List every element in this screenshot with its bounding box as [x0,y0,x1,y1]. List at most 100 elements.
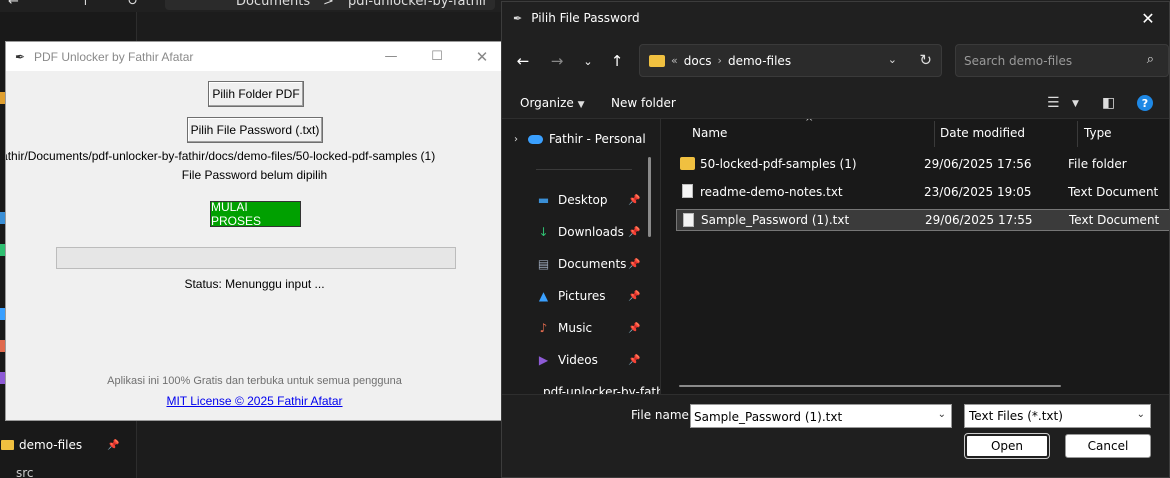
videos-icon: ▶ [538,353,549,367]
horizontal-scrollbar[interactable] [679,385,1061,387]
file-name-combobox[interactable]: ⌄ [690,404,952,428]
chevron-right-icon: › [717,54,722,67]
table-row[interactable]: Sample_Password (1).txt 29/06/2025 17:55 T… [676,209,1169,231]
footer-note: Aplikasi ini 100% Gratis dan terbuka unt… [107,375,402,387]
view-options-icon[interactable]: ☰ [1047,95,1060,111]
organize-menu[interactable]: Organize ▼ [520,96,585,110]
nav-onedrive[interactable]: › Fathir - Personal [502,129,660,149]
new-folder-button[interactable]: New folder [611,96,676,110]
dialog-title-bar[interactable]: ✒ Pilih File Password [502,2,1169,34]
nav-item-pdf-unlocker-by-fathir[interactable]: pdf-unlocker-by-fathir [502,381,660,394]
chevron-down-icon[interactable]: ⌄ [1137,409,1145,420]
nav-label: Pictures [558,289,606,303]
maximize-icon[interactable]: ☐ [414,42,460,71]
start-process-button[interactable]: MULAI PROSES [210,200,301,228]
pin-icon[interactable]: 📌 [628,259,640,270]
nav-item-downloads[interactable]: ↓ Downloads 📌 [502,221,660,243]
license-link[interactable]: MIT License © 2025 Fathir Afatar [6,394,501,408]
column-type[interactable]: Type [1084,126,1112,140]
file-name: 50-locked-pdf-samples (1) [700,157,857,171]
chevron-down-icon: ▼ [577,100,585,110]
music-icon: ♪ [539,321,548,335]
file-name-input[interactable] [694,409,929,424]
pin-icon[interactable]: 📌 [628,323,640,334]
nav-item-desktop[interactable]: ▬ Desktop 📌 [502,189,660,211]
pin-icon[interactable]: 📌 [628,291,640,302]
nav-label: Music [558,321,593,335]
preview-pane-icon[interactable]: ◧ [1102,95,1115,111]
dialog-nav-pane: › Fathir - Personal ▬ Desktop 📌 ↓ Downloads 📌… [502,119,660,394]
overflow-chevron-icon[interactable]: « [671,54,678,67]
folder-icon [1,440,14,450]
nav-item-videos[interactable]: ▶ Videos 📌 [502,349,660,371]
file-date: 29/06/2025 17:55 [925,213,1033,227]
dialog-bottom-bar: File name: ⌄ Text Files (*.txt) ⌄ Open C… [502,394,1169,477]
pin-icon[interactable]: 📌 [628,195,640,206]
nav-label: Fathir - Personal [549,132,646,146]
minimize-icon[interactable]: — [368,42,414,71]
app-title-bar[interactable]: ✒ PDF Unlocker by Fathir Afatar — ☐ ✕ [6,42,501,71]
chevron-down-icon[interactable]: ⌄ [888,53,897,66]
forward-arrow-icon[interactable]: → [546,50,568,72]
file-type-select[interactable]: Text Files (*.txt) ⌄ [964,404,1151,428]
documents-icon: ▤ [537,257,550,271]
nav-item-documents[interactable]: ▤ Documents 📌 [502,253,660,275]
column-date-modified[interactable]: Date modified [940,126,1025,140]
dialog-close-icon[interactable]: ✕ [1133,6,1163,30]
refresh-icon[interactable]: ↻ [919,51,932,69]
address-bar[interactable]: « docs › demo-files ⌄ ↻ [639,44,942,77]
back-arrow-icon[interactable]: ← [512,50,534,72]
file-type: File folder [1068,157,1127,171]
choose-folder-button[interactable]: Pilih Folder PDF [208,81,304,107]
feather-icon: ✒ [513,11,523,25]
up-icon[interactable]: ↑ [80,0,91,10]
search-box[interactable]: ⌕ [955,44,1169,77]
nav-item-music[interactable]: ♪ Music 📌 [502,317,660,339]
background-nav-demo-files[interactable]: demo-files 📌 [1,436,131,454]
search-input[interactable] [964,53,1134,69]
back-icon[interactable]: ← [8,0,19,10]
onedrive-icon [528,134,543,144]
background-nav-src[interactable]: src [16,466,34,478]
nav-item-pictures[interactable]: ▲ Pictures 📌 [502,285,660,307]
file-date: 23/06/2025 19:05 [924,185,1032,199]
table-row[interactable]: 50-locked-pdf-samples (1) 29/06/2025 17:5… [676,153,1169,175]
feather-icon: ✒ [15,49,26,64]
refresh-icon[interactable]: ↻ [127,0,138,10]
pin-icon: 📌 [107,439,120,451]
choose-password-file-button[interactable]: Pilih File Password (.txt) [187,117,323,143]
pin-icon[interactable]: 📌 [628,355,640,366]
pdf-unlocker-window: ✒ PDF Unlocker by Fathir Afatar — ☐ ✕ Pi… [5,41,502,421]
view-dropdown-icon[interactable]: ▼ [1072,99,1079,109]
column-separator[interactable] [1077,121,1078,147]
nav-label: Videos [558,353,598,367]
chevron-right-icon[interactable]: › [514,134,518,145]
pin-icon[interactable]: 📌 [628,227,640,238]
close-icon[interactable]: ✕ [459,42,501,71]
column-name[interactable]: Name [692,126,727,140]
help-icon[interactable]: ? [1137,95,1153,111]
chevron-down-icon[interactable]: ⌄ [938,409,946,420]
file-name: Sample_Password (1).txt [701,213,850,227]
nav-divider [536,169,632,170]
address-docs[interactable]: docs [684,54,712,68]
status-label: Status: Menunggu input ... [184,277,325,291]
column-separator[interactable] [934,121,935,147]
sort-up-icon: ^ [805,119,814,128]
recent-dropdown-icon[interactable]: ⌄ [577,50,599,72]
pictures-icon: ▲ [538,289,549,303]
nav-scrollbar[interactable] [648,157,651,237]
breadcrumb-documents[interactable]: Documents [236,0,310,10]
nav-label: demo-files [19,438,83,452]
organize-label: Organize [520,96,574,110]
address-demo-files[interactable]: demo-files [728,54,791,68]
app-title: PDF Unlocker by Fathir Afatar [34,49,194,64]
text-file-icon [683,213,694,227]
file-name-label: File name: [631,408,693,422]
up-arrow-icon[interactable]: ↑ [606,50,628,72]
table-row[interactable]: readme-demo-notes.txt 23/06/2025 19:05 Tex… [676,181,1169,203]
cancel-button[interactable]: Cancel [1065,434,1151,458]
breadcrumb-project[interactable]: pdf-unlocker-by-fathir [348,0,488,10]
search-icon[interactable]: ⌕ [1147,52,1154,67]
open-button[interactable]: Open [964,433,1050,459]
